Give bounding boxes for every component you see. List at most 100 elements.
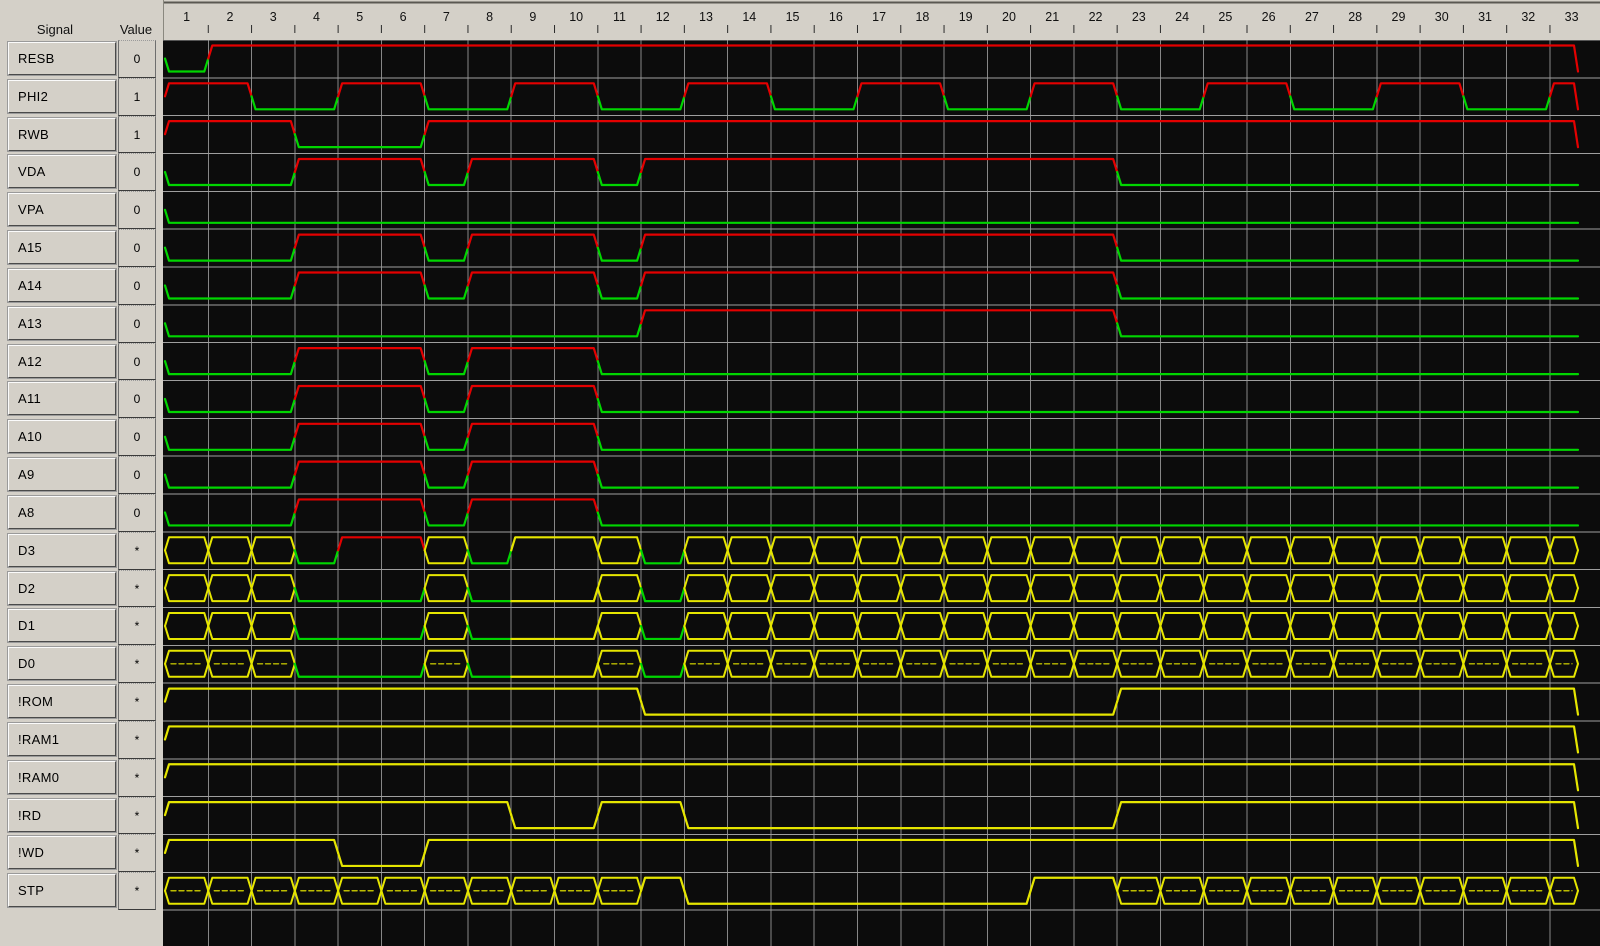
ruler-label: 23 [1132,10,1146,24]
ruler-label: 16 [829,10,843,24]
value-cell-rom: * [118,683,156,721]
value-cell-a11: 0 [118,380,156,419]
signal-button-d1[interactable]: D1 [8,609,116,643]
value-cell-ram0: * [118,758,156,797]
signal-row: VDA 0 [0,153,163,192]
signal-button-d0[interactable]: D0 [8,647,116,681]
value-cell-stp: * [118,872,156,911]
ruler-label: 28 [1348,10,1362,24]
signal-button-rom[interactable]: !ROM [8,685,116,719]
value-cell-a15: 0 [118,229,156,267]
ruler-label: 21 [1045,10,1059,24]
signal-row: A8 0 [0,493,163,532]
value-cell-resb: 0 [118,40,156,78]
value-cell-a9: 0 [118,456,156,494]
ruler-label: 9 [529,10,536,24]
signal-row: VPA 0 [0,191,163,230]
signal-row: A13 0 [0,304,163,343]
signal-button-phi2[interactable]: PHI2 [8,79,116,113]
signal-button-stp[interactable]: STP [8,874,116,908]
ruler-label: 8 [486,10,493,24]
value-cell-rwb: 1 [118,115,156,154]
timeline-ruler[interactable]: 1 2 3 4 5 6 7 8 9 10 11 12 13 14 15 16 17 18 19 20 21 22 23 24 2… [163,0,1600,40]
ruler-label: 14 [742,10,756,24]
signal-row: RESB 0 [0,40,163,78]
signal-panel: Signal Value RESB 0 PHI2 1 RWB 1 VDA 0 VPA 0 A15 0 A… [0,0,163,946]
signal-row: !RAM0 * [0,758,163,797]
ruler-label: 3 [270,10,277,24]
signal-row: STP * [0,872,163,911]
signal-button-a14[interactable]: A14 [8,268,116,302]
signal-button-a15[interactable]: A15 [8,231,116,265]
ruler-label: 5 [356,10,363,24]
signal-button-vda[interactable]: VDA [8,155,116,189]
signal-button-vpa[interactable]: VPA [8,193,116,227]
ruler-label: 20 [1002,10,1016,24]
signal-button-d2[interactable]: D2 [8,571,116,605]
value-cell-d3: * [118,531,156,570]
signal-row: !WD * [0,834,163,873]
value-cell-d1: * [118,607,156,646]
ruler-label: 19 [959,10,973,24]
signal-row: A10 0 [0,418,163,457]
signal-row: RWB 1 [0,115,163,154]
value-cell-d0: * [118,645,156,684]
ruler-label: 30 [1435,10,1449,24]
value-cell-rd: * [118,796,156,835]
signal-row: A15 0 [0,229,163,267]
ruler-label: 22 [1089,10,1103,24]
signal-button-a8[interactable]: A8 [8,495,116,529]
value-column-header: Value [119,22,153,37]
signal-button-resb[interactable]: RESB [8,42,116,75]
signal-row: A14 0 [0,266,163,305]
ruler-label: 18 [915,10,929,24]
signal-row: D1 * [0,607,163,646]
ruler-label: 4 [313,10,320,24]
waveform-viewer: Signal Value RESB 0 PHI2 1 RWB 1 VDA 0 VPA 0 A15 0 A… [0,0,1600,946]
signal-button-rwb[interactable]: RWB [8,117,116,151]
ruler-label: 25 [1218,10,1232,24]
panel-header: Signal Value [0,0,163,40]
ruler-label: 2 [226,10,233,24]
value-cell-a8: 0 [118,493,156,532]
ruler-label: 10 [569,10,583,24]
ruler-label: 17 [872,10,886,24]
signal-column-header: Signal [36,22,74,37]
ruler-label: 32 [1521,10,1535,24]
waveform-area[interactable] [163,40,1600,946]
value-cell-vpa: 0 [118,191,156,230]
value-cell-a12: 0 [118,342,156,381]
signal-row: D0 * [0,645,163,684]
ruler-label: 6 [400,10,407,24]
value-cell-a13: 0 [118,304,156,343]
ruler-label: 24 [1175,10,1189,24]
signal-button-a9[interactable]: A9 [8,458,116,492]
signal-row: !ROM * [0,683,163,721]
signal-button-a11[interactable]: A11 [8,382,116,416]
signal-button-rd[interactable]: !RD [8,798,116,832]
signal-button-d3[interactable]: D3 [8,533,116,567]
signal-row: A9 0 [0,456,163,494]
value-cell-wd: * [118,834,156,873]
signal-button-a13[interactable]: A13 [8,306,116,340]
signal-button-wd[interactable]: !WD [8,836,116,870]
signal-row: A11 0 [0,380,163,419]
signal-button-ram0[interactable]: !RAM0 [8,760,116,794]
ruler-label: 15 [786,10,800,24]
signal-button-a12[interactable]: A12 [8,344,116,378]
signal-button-ram1[interactable]: !RAM1 [8,722,116,756]
signal-button-a10[interactable]: A10 [8,420,116,454]
value-cell-phi2: 1 [118,77,156,116]
ruler-label: 11 [613,10,626,24]
ruler-label: 7 [443,10,450,24]
value-cell-d2: * [118,569,156,608]
signal-row: !RD * [0,796,163,835]
value-cell-a10: 0 [118,418,156,457]
ruler-label: 31 [1478,10,1492,24]
ruler-label: 27 [1305,10,1319,24]
signal-row: D2 * [0,569,163,608]
value-cell-vda: 0 [118,153,156,192]
signal-row: !RAM1 * [0,720,163,759]
ruler-label: 1 [183,10,190,24]
signal-row: PHI2 1 [0,77,163,116]
